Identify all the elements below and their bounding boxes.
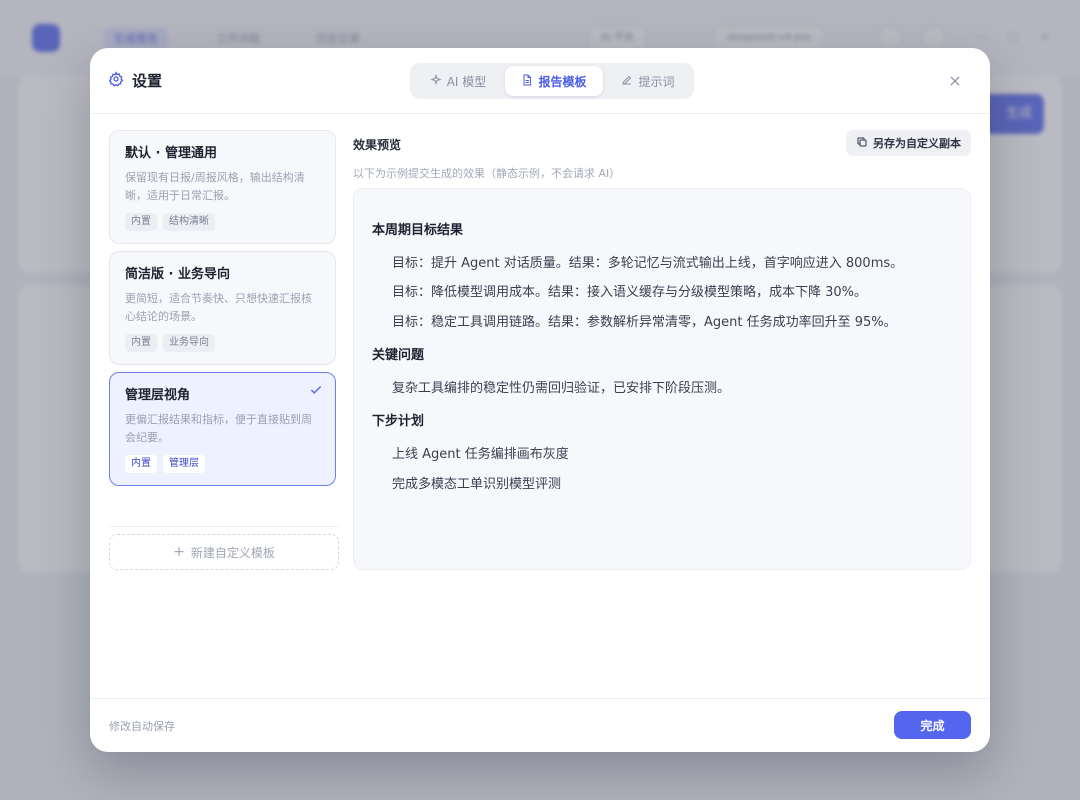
modal-footer: 修改自动保存 完成	[90, 698, 990, 752]
tab-label: AI 模型	[446, 74, 487, 89]
preview-heading: 本周期目标结果	[372, 223, 464, 238]
template-desc: 保留现有日报/周报风格，输出结构清晰，适用于日常汇报。	[125, 171, 305, 202]
preview-line: 目标：提升 Agent 对话质量。结果：多轮记忆与流式输出上线，首字响应进入 8…	[392, 256, 904, 271]
done-button[interactable]: 完成	[894, 711, 971, 739]
check-icon	[310, 386, 322, 394]
new-template-label: 新建自定义模板	[190, 545, 275, 560]
template-name: 管理层视角	[125, 388, 191, 403]
modal-title: 设置	[108, 70, 162, 91]
template-card-default[interactable]: 默认 · 管理通用 保留现有日报/周报风格，输出结构清晰，适用于日常汇报。 内置…	[109, 130, 336, 244]
tag: 结构清晰	[163, 213, 215, 231]
tag: 业务导向	[163, 334, 215, 352]
close-button[interactable]	[946, 72, 964, 90]
template-card-concise[interactable]: 简洁版 · 业务导向 更简短，适合节奏快、只想快速汇报核心结论的场景。 内置 业…	[109, 251, 336, 365]
settings-tabs: AI 模型 报告模板 提示词	[410, 63, 694, 99]
preview-line: 上线 Agent 任务编排画布灰度	[392, 447, 569, 462]
preview-title: 效果预览	[353, 138, 402, 152]
tab-label: 报告模板	[538, 74, 587, 89]
preview-heading: 下步计划	[372, 414, 425, 429]
modal-header: 设置 AI 模型 报告模板 提示词	[90, 48, 990, 114]
template-name: 默认 · 管理通用	[125, 146, 217, 161]
template-tags: 内置 管理层	[125, 455, 205, 473]
gear-icon	[108, 70, 124, 91]
tab-report-template[interactable]: 报告模板	[505, 66, 603, 96]
template-card-management[interactable]: 管理层视角 更偏汇报结果和指标，便于直接贴到周会纪要。 内置 管理层	[109, 372, 336, 486]
pencil-icon	[621, 74, 633, 89]
close-icon	[950, 76, 960, 86]
preview-content: 本周期目标结果 目标：提升 Agent 对话质量。结果：多轮记忆与流式输出上线，…	[353, 188, 971, 570]
document-icon	[521, 74, 533, 89]
template-desc: 更偏汇报结果和指标，便于直接贴到周会纪要。	[125, 413, 312, 444]
template-tags: 内置 业务导向	[125, 334, 215, 352]
list-divider	[109, 526, 339, 527]
modal-title-text: 设置	[132, 72, 163, 90]
save-as-copy-label: 另存为自定义副本	[873, 137, 961, 150]
tag: 管理层	[163, 455, 205, 473]
preview-line: 目标：降低模型调用成本。结果：接入语义缓存与分级模型策略，成本下降 30%。	[392, 285, 868, 300]
tab-label: 提示词	[638, 74, 675, 89]
preview-subtitle: 以下为示例提交生成的效果（静态示例，不会请求 AI）	[353, 167, 621, 180]
preview-line: 目标：稳定工具调用链路。结果：参数解析异常清零，Agent 任务成功率回升至 9…	[392, 315, 897, 330]
autosave-note: 修改自动保存	[109, 720, 175, 733]
template-tags: 内置 结构清晰	[125, 213, 215, 231]
template-name: 简洁版 · 业务导向	[125, 267, 230, 282]
preview-line: 完成多模态工单识别模型评测	[392, 477, 562, 492]
copy-icon	[856, 136, 868, 151]
save-as-copy-button[interactable]: 另存为自定义副本	[846, 130, 971, 156]
preview-line: 复杂工具编排的稳定性仍需回归验证，已安排下阶段压测。	[392, 381, 731, 396]
tag: 内置	[125, 455, 157, 473]
tab-ai-model[interactable]: AI 模型	[413, 66, 503, 96]
new-template-button[interactable]: + 新建自定义模板	[109, 534, 339, 570]
tag: 内置	[125, 334, 157, 352]
tag: 内置	[125, 213, 157, 231]
preview-heading: 关键问题	[372, 348, 425, 363]
settings-modal: 设置 AI 模型 报告模板 提示词 默认 · 管理通用 保留现有日报/周报风格，…	[90, 48, 990, 752]
template-desc: 更简短，适合节奏快、只想快速汇报核心结论的场景。	[125, 292, 312, 323]
plus-icon: +	[173, 544, 185, 560]
sparkle-icon	[430, 73, 442, 89]
tab-prompt[interactable]: 提示词	[605, 66, 691, 96]
